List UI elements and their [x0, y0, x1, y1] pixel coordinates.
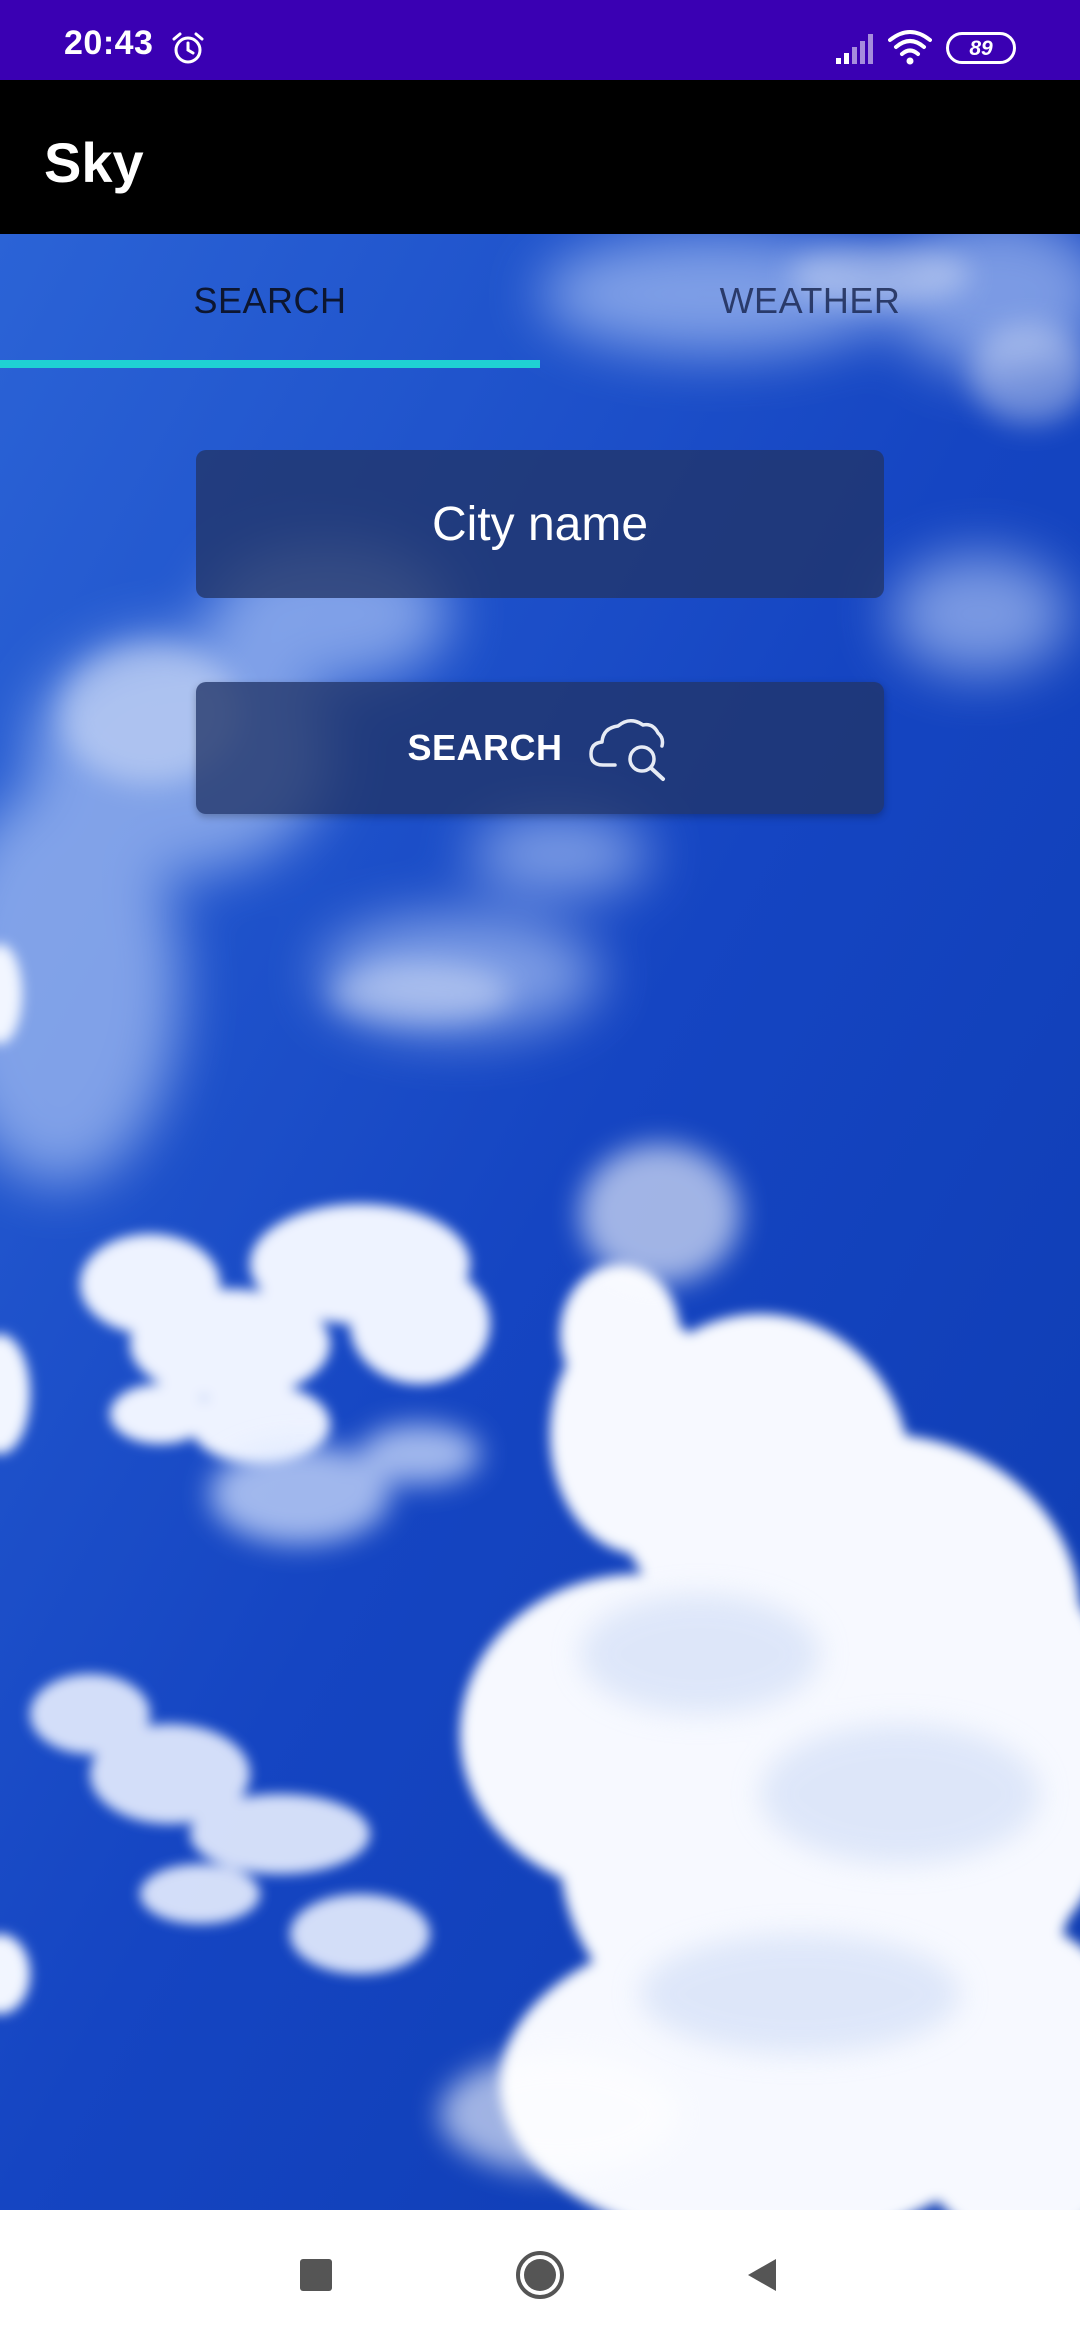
tab-bar: SEARCH WEATHER [0, 234, 1080, 368]
city-name-input[interactable] [196, 450, 884, 598]
cloud-search-icon [588, 719, 665, 781]
back-button[interactable] [742, 2255, 782, 2295]
app-title: Sky [44, 131, 144, 194]
alarm-icon [172, 32, 204, 64]
tab-weather[interactable]: WEATHER [540, 234, 1080, 368]
battery-icon: 89 [946, 32, 1016, 64]
search-button[interactable]: SEARCH [196, 682, 884, 814]
recents-button[interactable] [300, 2259, 332, 2291]
home-button[interactable] [514, 2249, 566, 2301]
battery-level: 89 [969, 36, 993, 60]
wifi-icon [888, 30, 932, 65]
status-bar: 20:43 89 [0, 0, 1080, 80]
tab-indicator [0, 360, 540, 368]
signal-icon [836, 34, 873, 64]
navigation-bar [0, 2210, 1080, 2340]
tab-search[interactable]: SEARCH [0, 234, 540, 368]
status-time: 20:43 [64, 24, 154, 62]
search-button-label: SEARCH [407, 727, 563, 768]
app-bar: Sky [0, 80, 1080, 234]
app-screen: 20:43 89 Sky SEARCH WEATHER City name SE… [0, 0, 1080, 2340]
